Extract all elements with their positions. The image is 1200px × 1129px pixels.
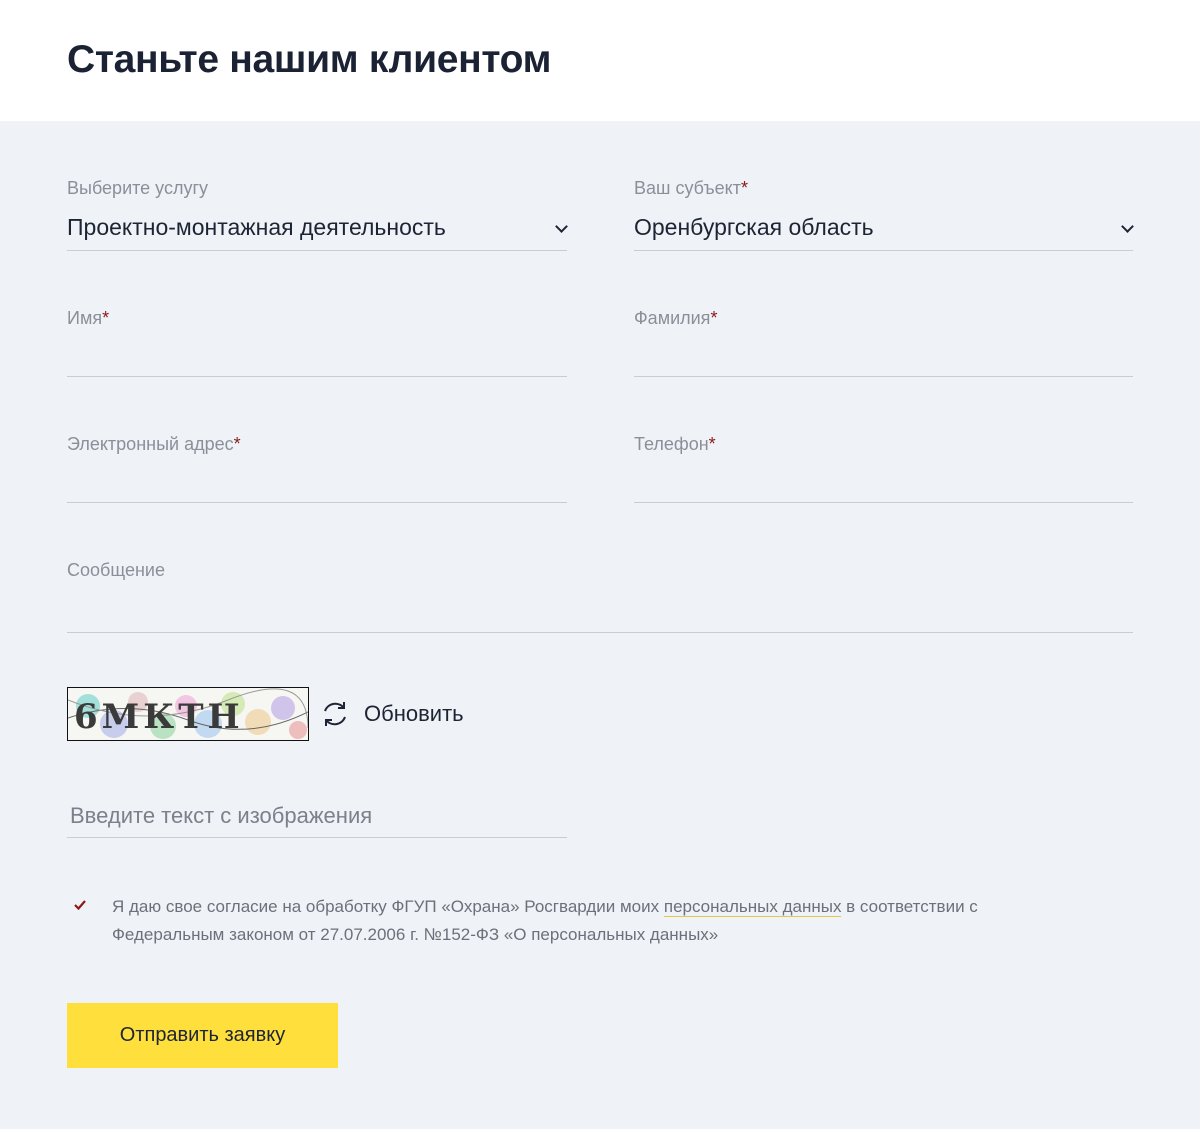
region-label: Ваш субъект*	[634, 178, 748, 198]
required-mark: *	[102, 308, 110, 328]
last-name-field: Фамилия*	[634, 300, 1133, 378]
submit-button[interactable]: Отправить заявку	[67, 1003, 338, 1068]
required-mark: *	[233, 434, 241, 454]
first-name-field: Имя*	[67, 300, 567, 378]
message-field: Сообщение	[67, 552, 1133, 634]
captcha-text: 6МКТН	[74, 697, 244, 737]
last-name-input[interactable]	[634, 340, 1133, 374]
service-value: Проектно-монтажная деятельность	[67, 214, 446, 240]
email-underline	[67, 502, 567, 503]
required-mark: *	[710, 308, 718, 328]
region-underline	[634, 250, 1133, 251]
chevron-down-icon	[555, 220, 568, 233]
email-field: Электронный адрес*	[67, 426, 567, 504]
region-select[interactable]: Ваш субъект* Оренбургская область	[634, 170, 1134, 252]
page-header: Станьте нашим клиентом	[0, 0, 1200, 121]
last-name-label: Фамилия*	[634, 308, 718, 328]
refresh-icon	[324, 702, 346, 726]
phone-underline	[634, 502, 1133, 503]
captcha-noise: 6МКТН	[68, 688, 308, 740]
first-name-label: Имя*	[67, 308, 110, 328]
service-label: Выберите услугу	[67, 178, 209, 198]
captcha-refresh-button[interactable]: Обновить	[320, 697, 464, 731]
last-name-underline	[634, 376, 1133, 377]
email-input[interactable]	[67, 466, 567, 500]
captcha-image: 6МКТН	[67, 687, 309, 741]
first-name-underline	[67, 376, 567, 377]
page-title: Станьте нашим клиентом	[67, 38, 552, 81]
phone-field: Телефон*	[634, 426, 1133, 504]
message-input[interactable]	[67, 594, 1133, 628]
phone-label: Телефон*	[634, 434, 716, 454]
phone-input[interactable]	[634, 466, 1133, 500]
captcha-input[interactable]	[67, 800, 570, 832]
first-name-input[interactable]	[67, 340, 567, 374]
email-label: Электронный адрес*	[67, 434, 241, 454]
service-select[interactable]: Выберите услугу Проектно-монтажная деяте…	[67, 170, 568, 252]
personal-data-link[interactable]: персональных данных	[663, 897, 842, 917]
region-value: Оренбургская область	[634, 214, 874, 240]
message-underline	[67, 632, 1133, 633]
service-underline	[67, 250, 567, 251]
required-mark: *	[708, 434, 716, 454]
consent-checkbox[interactable]	[74, 899, 86, 911]
refresh-label: Обновить	[364, 701, 464, 726]
message-label: Сообщение	[67, 560, 165, 580]
captcha-input-underline	[67, 837, 567, 838]
consent-text: Я даю свое согласие на обработку ФГУП «О…	[112, 897, 978, 944]
chevron-down-icon	[1121, 220, 1134, 233]
required-mark: *	[740, 178, 748, 198]
